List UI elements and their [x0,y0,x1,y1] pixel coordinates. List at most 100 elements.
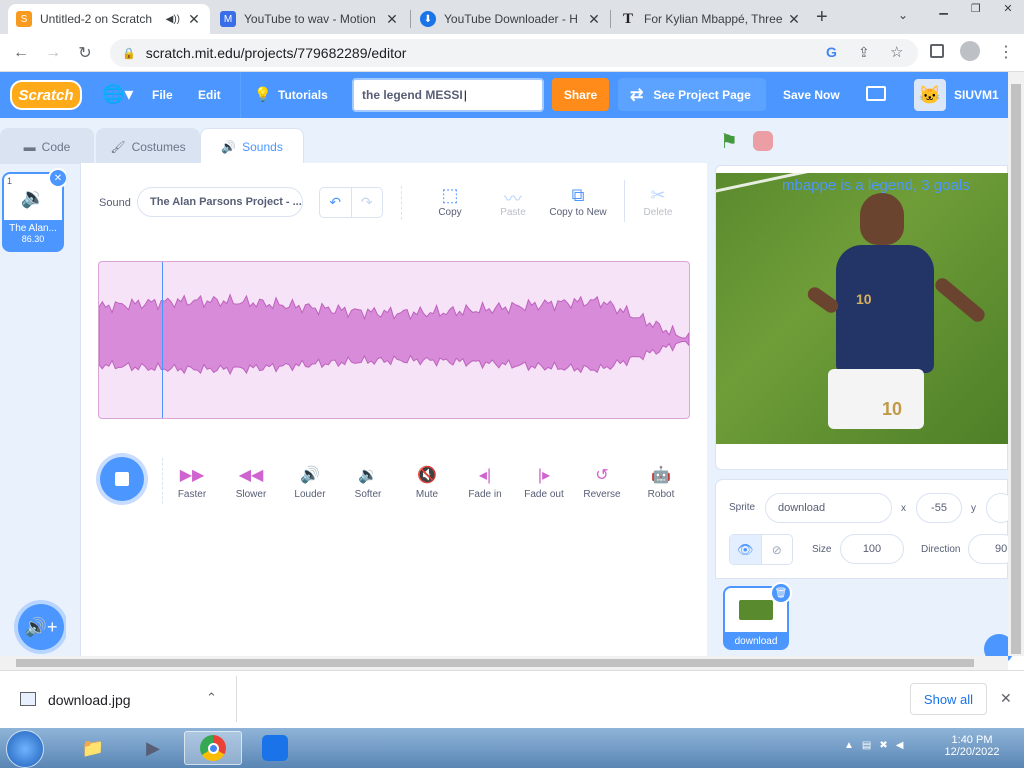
download-filename[interactable]: download.jpg [48,692,131,708]
close-tab-icon[interactable]: ✕ [384,11,400,28]
player-jersey: 10 [836,245,934,373]
editor-scrollbar[interactable] [707,163,714,656]
sound-list-scrollbar[interactable] [66,164,80,656]
menu-edit[interactable]: Edit [198,88,221,102]
scratch-logo[interactable]: Scratch [10,80,82,110]
swap-arrows-icon: ⇄ [630,86,644,104]
forward-icon[interactable]: → [42,42,64,64]
sprite-thumbnail-image [739,600,773,620]
reload-icon[interactable]: ↻ [74,42,96,64]
hide-sprite-eye-icon[interactable]: ⊘ [762,535,793,564]
chrome-taskbar-icon[interactable] [184,731,242,765]
menu-tutorials[interactable]: Tutorials [278,88,328,102]
effect-mute[interactable]: 🔇 Mute [399,465,455,500]
language-globe-icon[interactable]: 🌐▾ [102,84,133,105]
undo-icon[interactable]: ↶ [320,188,352,217]
stage-overlay-text: mbappe is a legend, 3 goals [782,177,970,194]
google-icon[interactable]: G [826,44,837,60]
new-tab-icon[interactable]: + [816,6,828,29]
user-avatar[interactable]: 🐱 [914,79,946,111]
effect-softer[interactable]: 🔉 Softer [340,465,396,500]
share-page-icon[interactable]: ⇪ [858,44,870,61]
stop-sound-button[interactable] [100,457,144,501]
back-icon[interactable]: ← [10,42,32,64]
fade-out-icon: |▸ [537,467,551,484]
close-tab-icon[interactable]: ✕ [186,11,202,28]
sprite-label: Sprite [729,502,756,513]
delete-sound-icon[interactable]: ✕ [48,168,68,188]
system-tray-icons[interactable]: ▲▤✖◀ [844,740,911,751]
tab-search-icon[interactable]: ⌄ [898,8,908,22]
sound-name-input[interactable]: The Alan Parsons Project - ... [137,187,303,217]
tab-sounds[interactable]: 🔊 Sounds [200,128,304,164]
tab-youtube-downloader[interactable]: ⬇ YouTube Downloader - H ✕ [412,4,610,34]
close-tab-icon[interactable]: ✕ [786,11,802,28]
close-window-icon[interactable]: ✕ [1003,2,1012,18]
redo-icon[interactable]: ↷ [352,188,383,217]
tab-nytimes[interactable]: T For Kylian Mbappé, Three ✕ [612,4,810,34]
minimize-icon[interactable]: ▁ [939,2,947,18]
username[interactable]: SIUVM1 [954,88,999,102]
close-tab-icon[interactable]: ✕ [586,11,602,28]
copy-to-new-icon: ⧉ [571,185,585,205]
maximize-icon[interactable]: ❐ [971,2,981,18]
clock[interactable]: 1:40 PM 12/20/2022 [940,734,1004,758]
tab-costumes[interactable]: 🖌 Costumes [96,128,200,164]
my-stuff-folder-icon[interactable] [866,86,886,101]
effect-robot[interactable]: 🤖 Robot [633,465,689,500]
stage-canvas[interactable]: mbappe is a legend, 3 goals 10 10 [716,173,1008,444]
effect-faster[interactable]: ▶▶ Faster [164,465,220,500]
tab-scratch[interactable]: S Untitled-2 on Scratch ◀)) ✕ [8,4,210,34]
start-button[interactable] [6,730,44,768]
show-all-button[interactable]: Show all [910,683,987,715]
copy-icon: ⬚ [441,185,459,205]
sprite-name-input[interactable]: download [765,493,892,523]
effect-reverse[interactable]: ↺ Reverse [574,465,630,500]
media-player-taskbar-icon[interactable]: ▶ [124,731,182,765]
explorer-taskbar-icon[interactable]: 📁 [64,731,122,765]
choose-sound-button[interactable]: 🔊+ [18,604,64,650]
share-button[interactable]: Share [552,78,609,111]
lock-icon: 🔒 [122,47,136,60]
url-text: scratch.mit.edu/projects/779682289/edito… [145,45,407,61]
show-sprite-eye-icon[interactable]: 👁 [730,535,762,564]
direction-label: Direction [921,544,961,555]
robot-icon: 🤖 [651,467,671,484]
download-chevron-icon[interactable]: ⌃ [206,690,217,706]
louder-icon: 🔊 [300,467,320,484]
project-title-input[interactable]: the legend MESSI | [352,78,544,112]
bookmark-star-icon[interactable]: ☆ [890,43,903,61]
see-project-page-button[interactable]: ⇄ See Project Page [618,78,766,111]
delete-sprite-icon[interactable]: 🗑 [770,582,792,604]
waveform [99,293,689,376]
effect-fade-in[interactable]: ◂| Fade in [457,465,513,500]
effect-fade-out[interactable]: |▸ Fade out [516,465,572,500]
stop-all-icon[interactable] [753,131,773,151]
green-flag-icon[interactable]: ⚑ [720,129,738,154]
tab-youtube-to-wav[interactable]: M YouTube to wav - Motion ✕ [212,4,408,34]
profile-avatar-icon[interactable] [960,41,980,61]
paste-button[interactable]: 〰 Paste [492,185,534,218]
page-horizontal-scrollbar[interactable] [0,656,1008,670]
close-download-bar-icon[interactable]: ✕ [1000,690,1012,707]
x-position-input[interactable]: -55 [916,493,962,523]
effect-louder[interactable]: 🔊 Louder [282,465,338,500]
copy-button[interactable]: ⬚ Copy [430,185,470,218]
effect-slower[interactable]: ◀◀ Slower [223,465,279,500]
save-now-button[interactable]: Save Now [783,88,840,102]
copy-to-new-button[interactable]: ⧉ Copy to New [546,185,610,218]
side-panel-icon[interactable] [930,44,944,58]
app-taskbar-icon[interactable] [246,731,304,765]
tab-title: Untitled-2 on Scratch [40,12,153,26]
size-input[interactable]: 100 [840,534,904,564]
code-icon: ▬ [23,139,36,154]
menu-file[interactable]: File [152,88,173,102]
waveform-container[interactable] [98,261,690,419]
url-field[interactable]: 🔒 scratch.mit.edu/projects/779682289/edi… [110,39,918,67]
scissors-icon: ✂ [650,185,666,205]
browser-menu-icon[interactable]: ⋮ [998,42,1014,62]
playhead [162,262,163,418]
tab-code[interactable]: ▬ Code [0,128,94,164]
page-vertical-scrollbar[interactable] [1008,72,1024,656]
delete-button[interactable]: ✂ Delete [638,185,678,218]
